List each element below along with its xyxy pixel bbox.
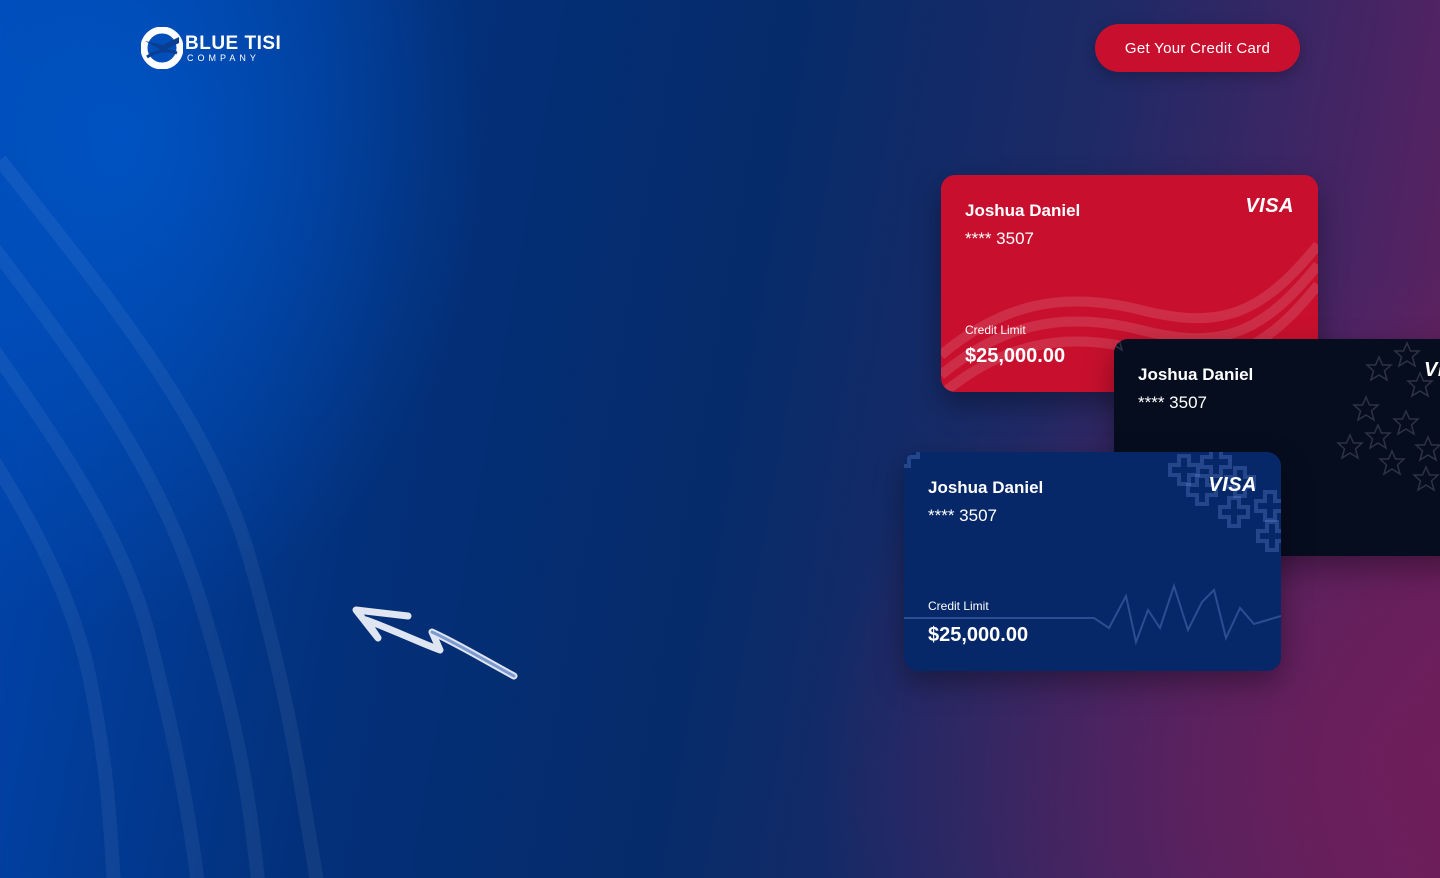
hand-drawn-arrow-icon [352, 606, 518, 680]
swirl-logo-icon [141, 27, 183, 69]
card-holder-name: Joshua Daniel [965, 201, 1081, 220]
visa-logo: VISA [1208, 474, 1257, 496]
visa-logo: VISA [1245, 195, 1294, 217]
credit-limit-label: Credit Limit [928, 599, 989, 613]
credit-limit-value: $25,000.00 [928, 624, 1029, 646]
visa-logo: VI [1424, 359, 1440, 381]
card-number: **** 3507 [928, 506, 998, 525]
credit-card-blue[interactable]: Joshua Daniel **** 3507 VISA Credit Limi… [904, 452, 1281, 671]
card-holder-name: Joshua Daniel [1138, 365, 1254, 384]
company-logo[interactable]: BLUE TISI COMPANY [141, 27, 281, 69]
card-number: **** 3507 [965, 229, 1035, 248]
credit-limit-value: $25,000.00 [965, 345, 1066, 367]
get-credit-card-button[interactable]: Get Your Credit Card [1095, 24, 1300, 72]
credit-limit-label: Credit Limit [965, 323, 1026, 337]
card-holder-name: Joshua Daniel [928, 478, 1044, 497]
brand-subtitle: COMPANY [187, 52, 260, 63]
brand-name: BLUE TISI [185, 32, 282, 54]
card-number: **** 3507 [1138, 393, 1208, 412]
